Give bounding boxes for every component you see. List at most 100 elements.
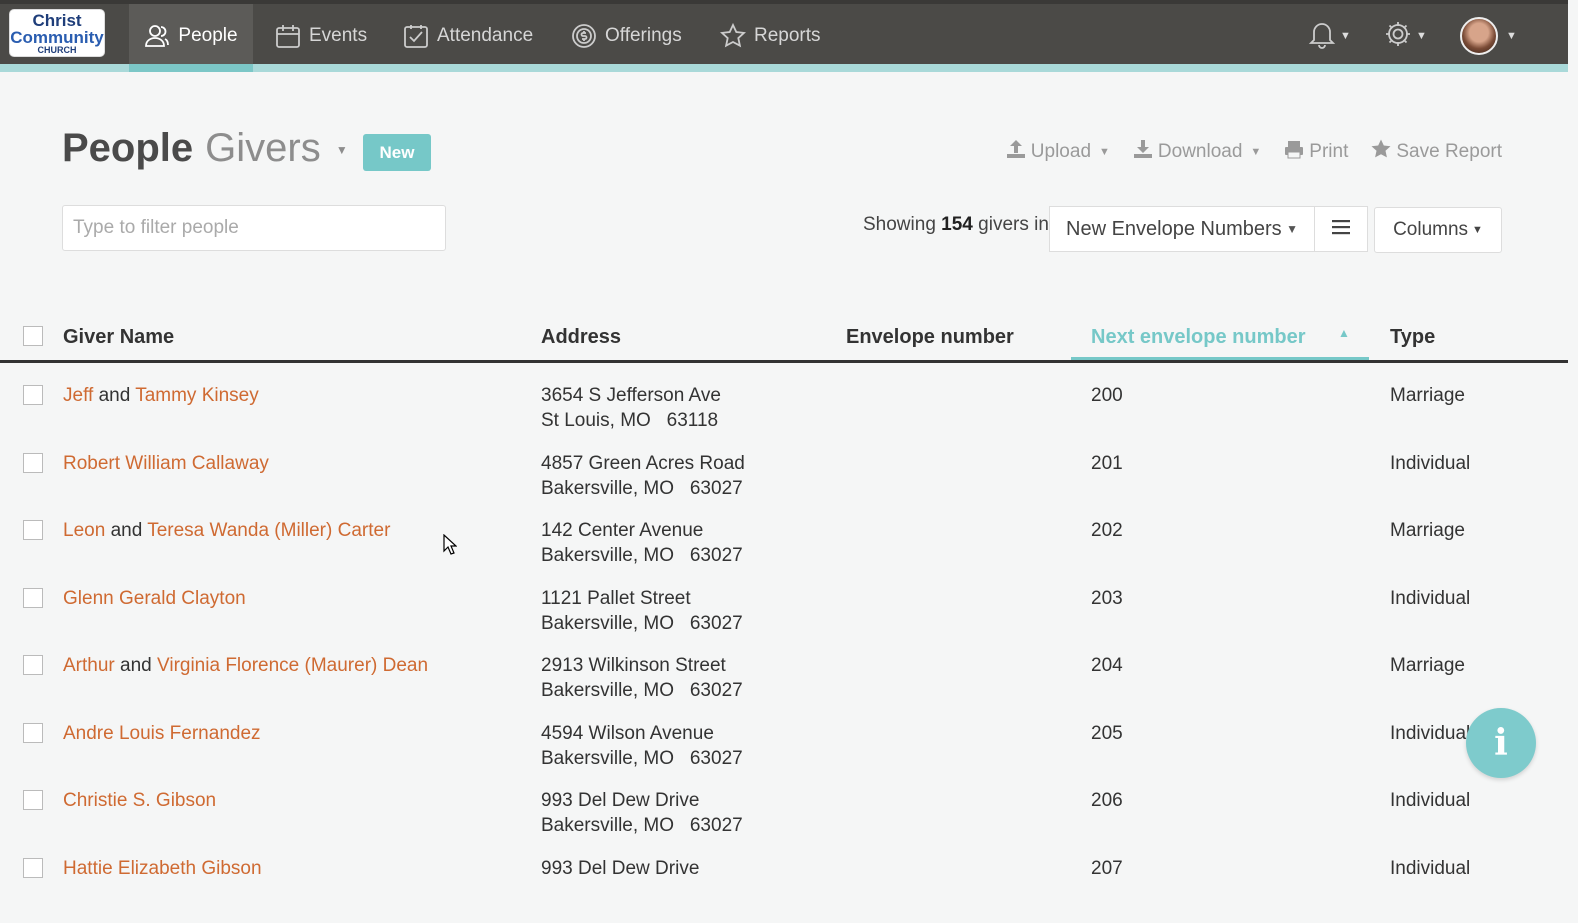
page-title-main: People <box>62 126 194 170</box>
bell-icon <box>1308 19 1336 54</box>
giver-name-cell: Jeff and Tammy Kinsey <box>63 383 259 408</box>
table-header: Giver Name Address Envelope number Next … <box>0 320 1568 363</box>
address-line-1: 1121 Pallet Street <box>541 587 691 609</box>
info-button[interactable]: i <box>1466 708 1536 778</box>
table-row: Glenn Gerald Clayton 1121 Pallet Street Ba… <box>0 586 1568 653</box>
new-button[interactable]: New <box>363 134 431 171</box>
type-cell: Individual <box>1390 452 1471 474</box>
list-select[interactable]: New Envelope Numbers ▼ <box>1049 206 1315 252</box>
people-filter-input[interactable] <box>62 205 446 251</box>
nav-item-people[interactable]: People <box>129 4 253 72</box>
row-checkbox[interactable] <box>23 385 43 405</box>
address-line-2: St Louis, MO 63118 <box>541 410 719 431</box>
page-title-sub: Givers <box>205 126 321 170</box>
user-menu[interactable]: ▼ <box>1460 4 1517 68</box>
settings-menu[interactable]: ▼ <box>1384 4 1427 68</box>
address-line-2: Bakersville, MO 63027 <box>541 680 743 701</box>
select-all-checkbox[interactable] <box>23 326 43 346</box>
nav-item-label: People <box>178 25 238 46</box>
column-header-envelope[interactable]: Envelope number <box>846 326 1014 349</box>
save-report-button[interactable]: Save Report <box>1370 138 1502 166</box>
address-line-2: Bakersville, MO 63027 <box>541 612 743 634</box>
address-line-1: 2913 Wilkinson Street <box>541 655 726 676</box>
person-link[interactable]: Leon <box>63 520 105 541</box>
row-checkbox[interactable] <box>23 722 43 743</box>
person-link[interactable]: Andre Louis Fernandez <box>63 723 261 744</box>
person-link[interactable]: Hattie Elizabeth Gibson <box>63 858 262 879</box>
next-envelope-cell: 200 <box>1091 385 1123 406</box>
type-cell: Individual <box>1390 722 1471 744</box>
star-icon <box>1370 138 1392 166</box>
column-header-address[interactable]: Address <box>541 326 621 349</box>
showing-prefix: Showing <box>863 214 936 235</box>
type-cell: Marriage <box>1390 655 1465 676</box>
showing-suffix: givers in <box>978 214 1049 235</box>
hamburger-icon <box>1332 219 1350 240</box>
next-envelope-cell: 201 <box>1091 452 1123 474</box>
address-line-2: Bakersville, MO 63027 <box>541 545 743 566</box>
person-link[interactable]: Arthur <box>63 655 115 676</box>
address-line-1: 3654 S Jefferson Ave <box>541 385 721 406</box>
table-row: Andre Louis Fernandez 4594 Wilson Avenue B… <box>0 721 1568 788</box>
address-line-1: 142 Center Avenue <box>541 520 704 541</box>
person-link[interactable]: Robert William Callaway <box>63 453 269 474</box>
nav-item-events[interactable]: Events <box>275 4 367 68</box>
upload-button[interactable]: Upload ▼ <box>1005 138 1110 166</box>
row-checkbox[interactable] <box>23 790 43 810</box>
name-joiner: and <box>110 520 143 541</box>
columns-button[interactable]: Columns ▼ <box>1374 207 1502 253</box>
star-icon <box>720 23 746 49</box>
print-button[interactable]: Print <box>1283 138 1348 166</box>
print-label: Print <box>1309 141 1349 162</box>
nav-item-attendance[interactable]: Attendance <box>403 4 533 68</box>
download-icon <box>1132 138 1154 166</box>
upload-icon <box>1005 138 1027 166</box>
checklist-icon <box>403 23 429 49</box>
column-header-next-envelope[interactable]: Next envelope number <box>1091 326 1306 349</box>
name-joiner: and <box>120 655 152 676</box>
address-line-2: Bakersville, MO 63027 <box>541 747 743 769</box>
person-link[interactable]: Virginia Florence (Maurer) Dean <box>157 655 428 676</box>
logo-line-2: Community <box>10 27 104 47</box>
address-line-1: 993 Del Dew Drive <box>541 790 700 811</box>
row-checkbox[interactable] <box>23 587 43 608</box>
mouse-cursor-icon <box>443 533 458 561</box>
column-header-type[interactable]: Type <box>1390 326 1435 349</box>
nav-item-label: Offerings <box>605 25 682 46</box>
row-checkbox[interactable] <box>23 857 43 878</box>
person-link[interactable]: Tammy Kinsey <box>135 385 259 406</box>
person-link[interactable]: Christie S. Gibson <box>63 790 216 811</box>
table-row: Robert William Callaway 4857 Green Acres … <box>0 451 1568 518</box>
next-envelope-cell: 205 <box>1091 722 1123 744</box>
info-icon: i <box>1494 722 1508 764</box>
address-cell: 993 Del Dew Drive Bakersville, MO 63027 <box>541 788 743 838</box>
logo-line-1: Christ <box>32 10 82 30</box>
chevron-down-icon: ▼ <box>1250 146 1262 158</box>
address-line-1: 4594 Wilson Avenue <box>541 722 714 744</box>
download-button[interactable]: Download ▼ <box>1132 138 1261 166</box>
avatar <box>1460 17 1498 55</box>
person-link[interactable]: Teresa Wanda (Miller) Carter <box>147 520 390 541</box>
notifications-menu[interactable]: ▼ <box>1308 4 1351 68</box>
list-menu-button[interactable] <box>1314 206 1368 252</box>
nav-item-offerings[interactable]: Offerings <box>571 4 682 68</box>
column-header-name[interactable]: Giver Name <box>63 326 174 349</box>
upload-label: Upload <box>1030 141 1092 162</box>
giver-name-cell: Leon and Teresa Wanda (Miller) Carter <box>63 518 390 543</box>
giver-name-cell: Robert William Callaway <box>63 451 269 476</box>
person-link[interactable]: Jeff <box>63 385 93 406</box>
table-row: Leon and Teresa Wanda (Miller) Carter 142… <box>0 518 1568 585</box>
page-title: People Givers ▼ <box>62 126 348 171</box>
person-link[interactable]: Glenn Gerald Clayton <box>63 588 246 609</box>
save-report-label: Save Report <box>1396 141 1502 162</box>
nav-item-reports[interactable]: Reports <box>720 4 821 68</box>
row-checkbox[interactable] <box>23 520 43 540</box>
download-label: Download <box>1157 141 1243 162</box>
church-logo[interactable]: Christ Community CHURCH <box>10 10 104 56</box>
address-cell: 2913 Wilkinson Street Bakersville, MO 630… <box>541 653 743 703</box>
people-icon <box>144 23 170 49</box>
giver-view-dropdown[interactable]: Givers ▼ <box>205 126 348 171</box>
row-checkbox[interactable] <box>23 452 43 473</box>
logo-line-3: CHURCH <box>37 44 77 55</box>
row-checkbox[interactable] <box>23 655 43 675</box>
